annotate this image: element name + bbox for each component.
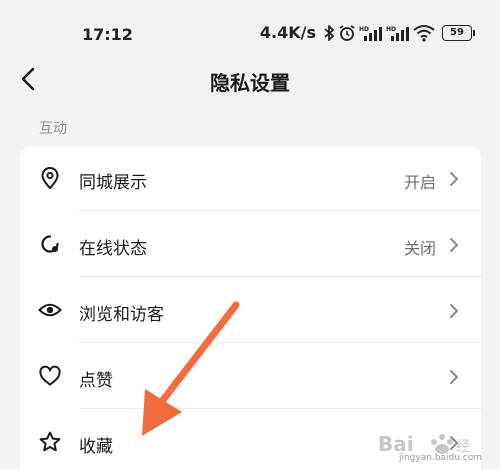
settings-row-browse-and-visitors[interactable]: 浏览和访客 (20, 278, 481, 343)
settings-row-label: 同城展示 (79, 173, 147, 193)
eye-icon (38, 303, 62, 317)
star-icon (39, 431, 61, 452)
chevron-right-icon (450, 370, 458, 384)
heart-icon (39, 365, 61, 386)
settings-row-label: 在线状态 (79, 239, 147, 259)
svg-text:HD: HD (386, 26, 396, 33)
section-header: 互动 (39, 121, 67, 137)
chevron-right-icon (450, 304, 458, 318)
settings-row-value: 关闭 (403, 239, 436, 258)
network-speed: 4.4K/s (259, 23, 316, 42)
alarm-icon (339, 24, 355, 41)
signal-hd-icon: HD (359, 26, 382, 41)
chevron-right-icon (450, 238, 458, 252)
settings-row-same-city-display[interactable]: 同城展示 开启 (20, 146, 481, 211)
settings-card: 同城展示 开启 在线状态 关闭 浏览和访客 点赞 收藏 (20, 146, 481, 469)
title-bar: 隐私设置 (0, 55, 500, 105)
divider (79, 276, 481, 277)
online-status-icon (41, 235, 59, 253)
divider (79, 408, 481, 409)
settings-row-label: 浏览和访客 (79, 305, 164, 325)
settings-row-label: 点赞 (79, 371, 113, 391)
divider (79, 210, 481, 211)
settings-row-online-status[interactable]: 在线状态 关闭 (20, 212, 481, 277)
chevron-right-icon (450, 172, 458, 186)
signal-hd-icon: HD (386, 26, 409, 41)
bluetooth-icon (324, 24, 334, 41)
battery-icon: 59 (442, 24, 475, 41)
location-pin-icon (41, 167, 59, 190)
page-title: 隐私设置 (210, 71, 290, 95)
svg-text:HD: HD (359, 26, 369, 33)
wifi-icon (413, 24, 435, 42)
settings-row-label: 收藏 (79, 437, 113, 457)
watermark-url: jingyan.baidu.com (398, 453, 482, 463)
status-time: 17:12 (82, 25, 133, 44)
status-icons: 4.4K/s HD HD 59 (259, 23, 475, 42)
phone-screen: 17:12 4.4K/s HD HD 59 隐私设置 互动 同城展示 开启 在线… (0, 0, 500, 469)
settings-row-value: 开启 (403, 173, 436, 192)
divider (79, 342, 481, 343)
settings-row-likes[interactable]: 点赞 (20, 344, 481, 409)
